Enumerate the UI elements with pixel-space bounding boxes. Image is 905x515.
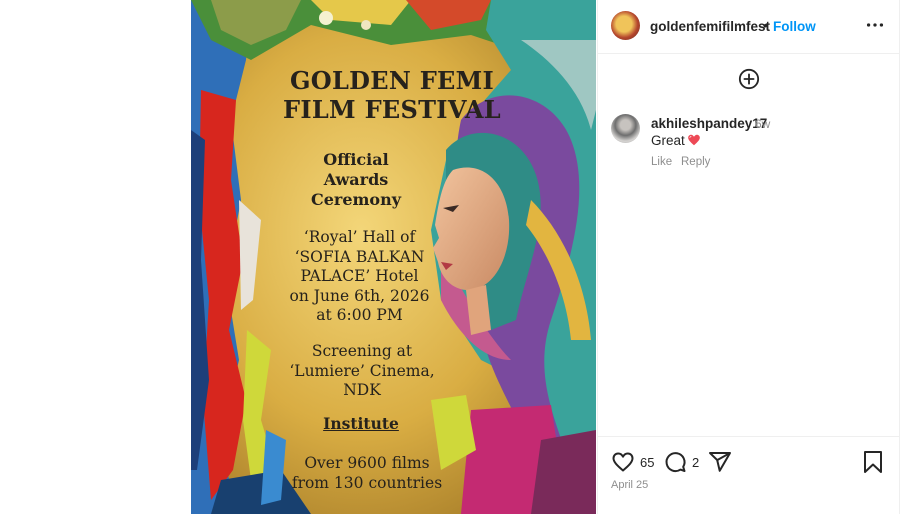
add-comment-icon[interactable] [738,68,760,90]
poster-venue: ‘Royal’ Hall of ‘SOFIA BALKAN PALACE’ Ho… [267,228,452,326]
poster-films-line: from 130 countries [291,473,443,492]
more-horizontal-icon[interactable] [864,14,886,36]
poster-title: GOLDEN FEMI FILM FESTIVAL [237,66,547,124]
comment-username[interactable]: akhileshpandey17 [651,116,767,131]
post-actions: 65 2 April 25 [598,436,899,515]
comment-icon[interactable] [663,450,687,474]
post-header: goldenfemifilmfest • Follow [598,0,899,54]
avatar[interactable] [611,114,640,143]
share-icon[interactable] [708,450,732,474]
comment-like-button[interactable]: Like [651,156,672,168]
poster-screening-line: Screening at [311,342,413,360]
poster-screening-line: NDK [343,381,381,399]
poster-institute: Institute [323,414,399,433]
separator-dot: • [763,18,768,33]
comment-timestamp[interactable]: 6w [755,117,770,131]
poster-venue-line: ‘SOFIA BALKAN [294,247,425,266]
comment-reply-button[interactable]: Reply [681,156,710,168]
avatar[interactable] [611,11,640,40]
post-date[interactable]: April 25 [611,479,648,491]
owner-username[interactable]: goldenfemifilmfest [650,19,770,34]
poster-screening: Screening at ‘Lumiere’ Cinema, NDK [267,342,457,401]
poster-screening-line: ‘Lumiere’ Cinema, [289,361,435,380]
comment-text: Great [651,133,685,148]
poster-films: Over 9600 films from 130 countries [267,454,467,493]
poster-films-line: Over 9600 films [304,454,430,472]
poster-subtitle-line: Ceremony [310,190,402,209]
poster-subtitle-line: Awards [323,170,389,189]
heart-emoji-icon [688,134,700,146]
poster-title-line: FILM FESTIVAL [283,95,501,124]
poster-subtitle: Official Awards Ceremony [271,150,441,210]
poster-subtitle-line: Official [323,150,389,169]
likes-count[interactable]: 65 [640,455,654,470]
post-image[interactable]: GOLDEN FEMI FILM FESTIVAL Official Award… [191,0,596,514]
comments-count[interactable]: 2 [692,455,699,470]
poster-title-line: GOLDEN FEMI [289,66,495,95]
post-side-panel: goldenfemifilmfest • Follow akhileshpand… [597,0,900,514]
follow-button[interactable]: Follow [773,19,816,34]
poster-venue-line: PALACE’ Hotel [300,267,419,285]
poster-venue-line: on June 6th, 2026 [289,286,430,305]
bookmark-icon[interactable] [862,450,884,474]
poster-venue-line: ‘Royal’ Hall of [303,228,416,246]
heart-icon[interactable] [611,450,635,474]
poster-venue-line: at 6:00 PM [316,306,403,324]
